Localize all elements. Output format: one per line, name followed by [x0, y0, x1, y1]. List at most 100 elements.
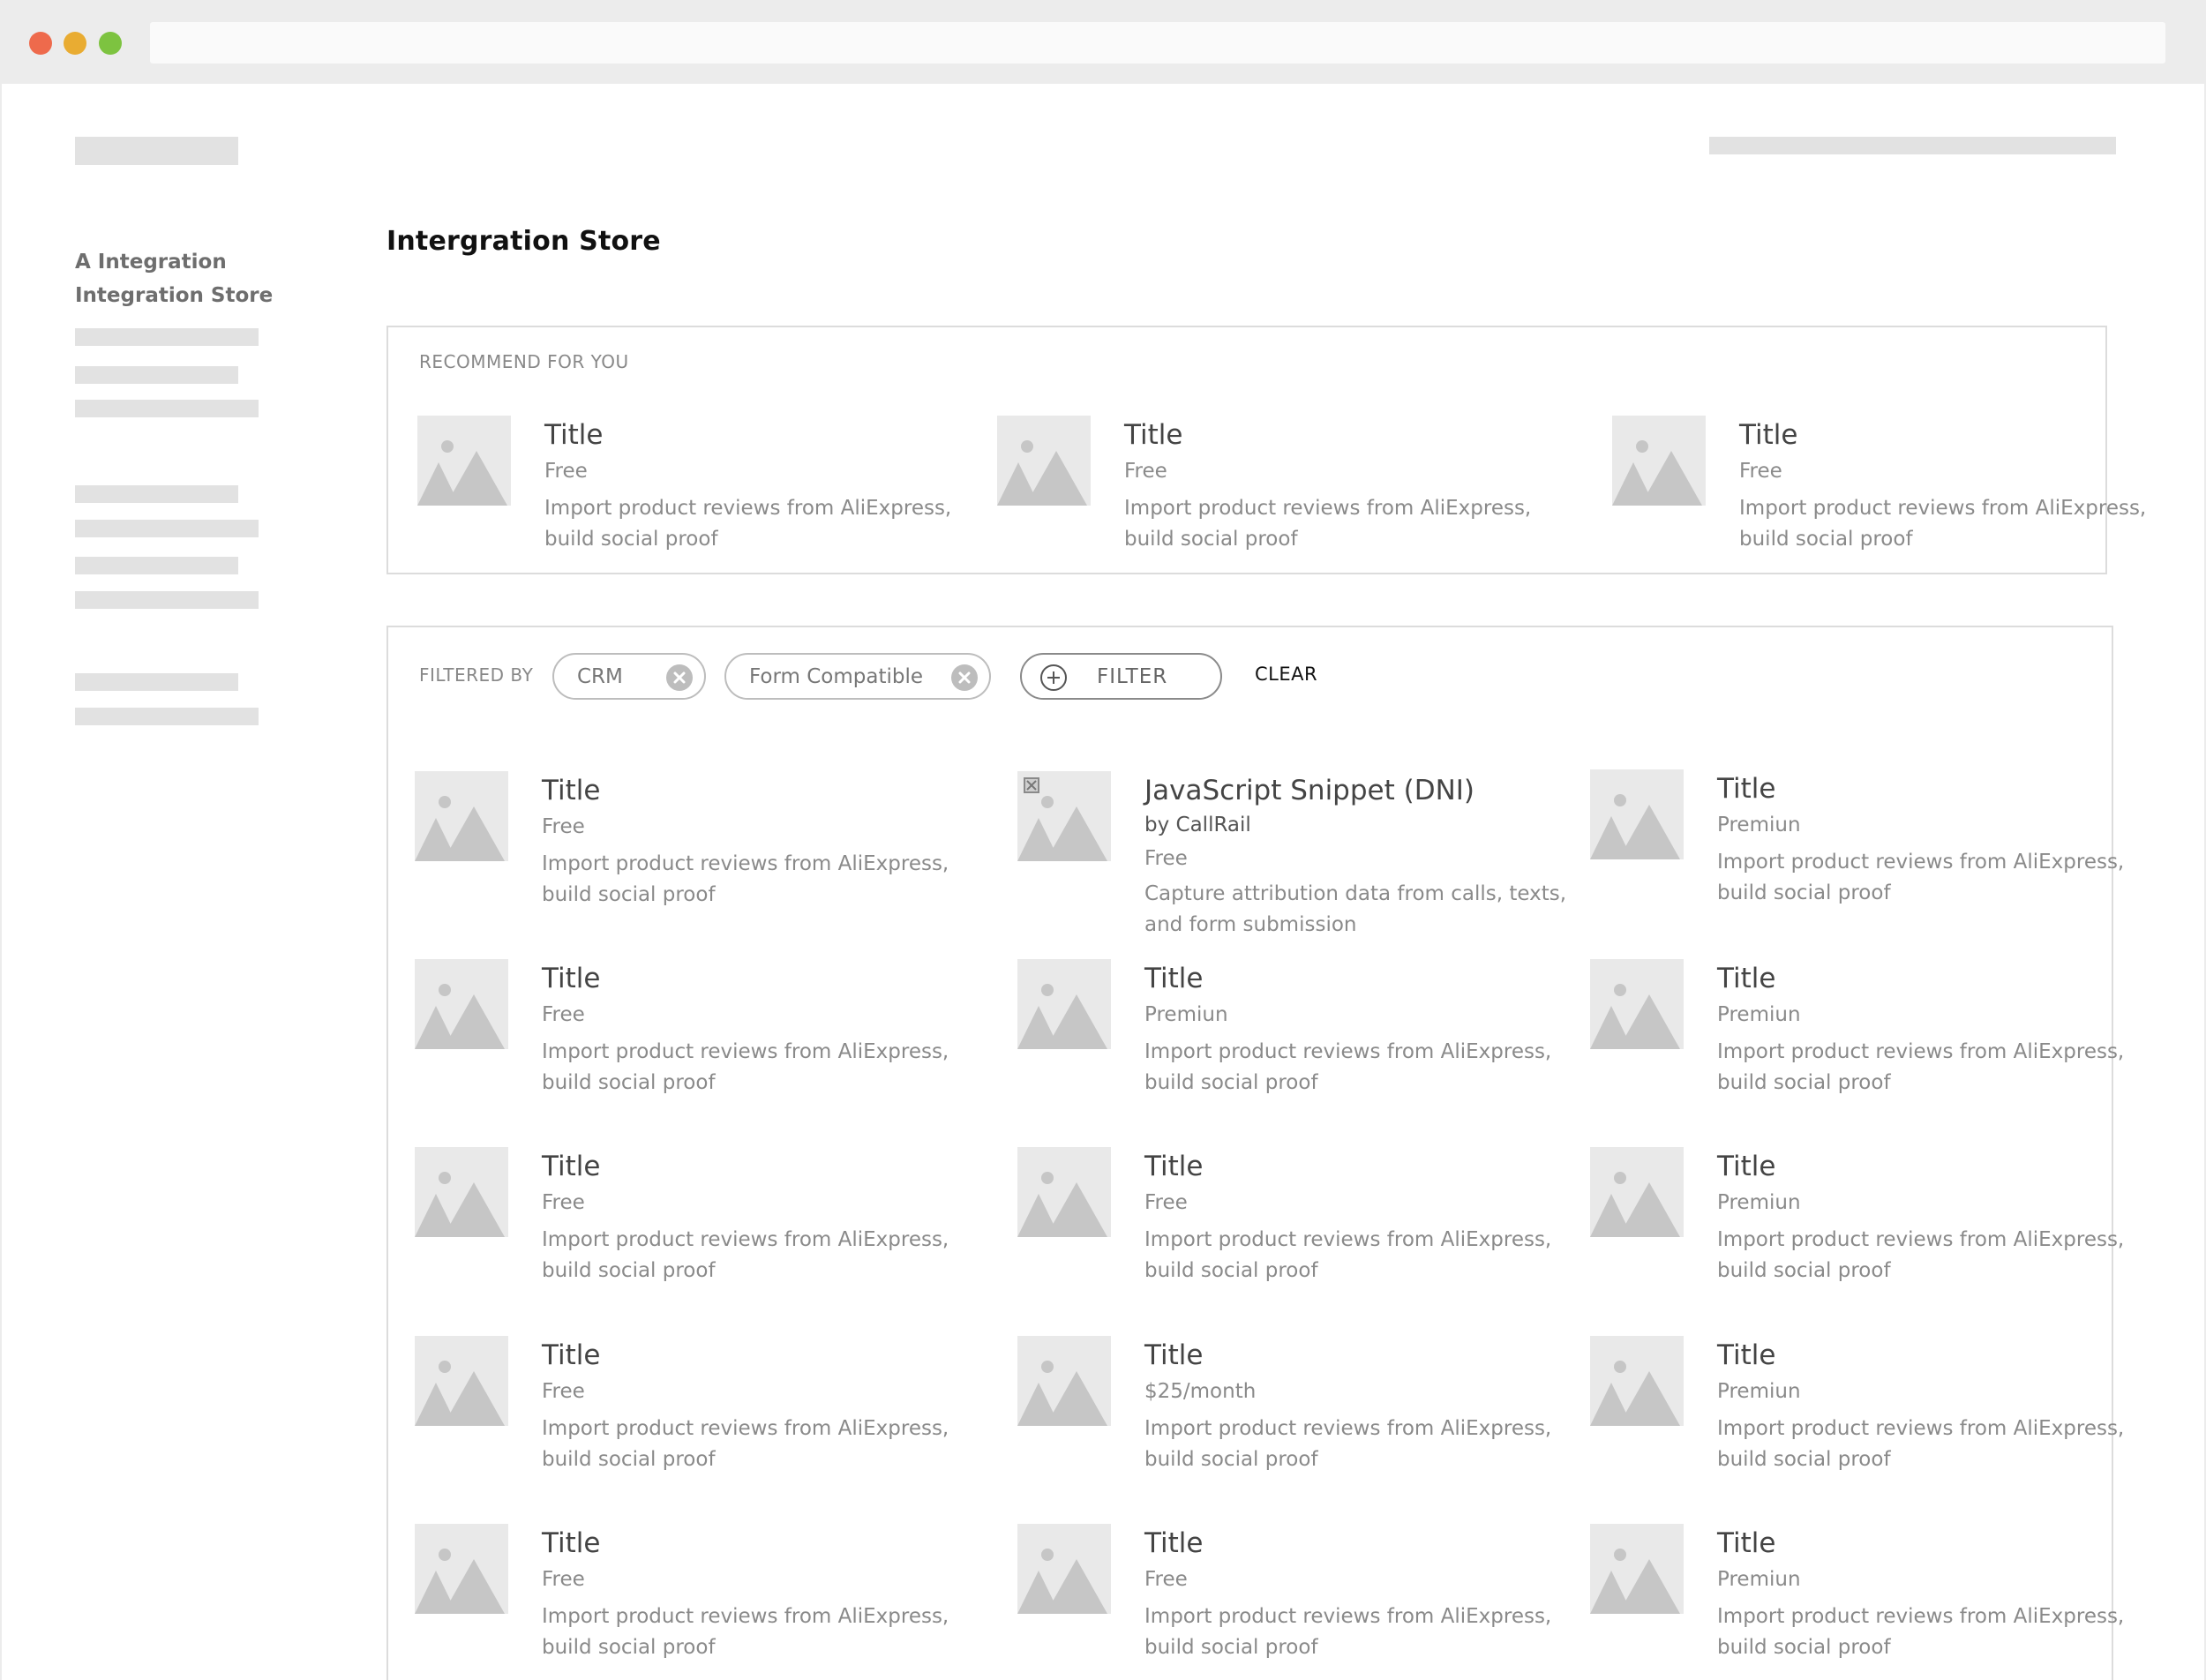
sidebar-item-a-integration[interactable]: A Integration: [75, 251, 227, 274]
sidebar-item-integration-store[interactable]: Integration Store: [75, 284, 273, 307]
close-circle-icon[interactable]: [951, 664, 978, 691]
card-price: Free: [1739, 460, 1782, 483]
image-placeholder-icon: [1590, 1336, 1684, 1426]
card-price: Free: [542, 1191, 585, 1214]
image-placeholder-icon: [1612, 416, 1706, 506]
window-close-button[interactable]: [29, 32, 52, 55]
card-description: Import product reviews from AliExpress, …: [1124, 497, 1532, 551]
window-border-left: [0, 84, 2, 1680]
card-title[interactable]: Title: [1717, 1151, 1775, 1182]
header-nav-placeholder[interactable]: [1709, 137, 2116, 154]
integration-card[interactable]: Title Free Import product reviews from Ali…: [997, 416, 1544, 557]
integration-card[interactable]: Title Premiun Import product reviews from …: [1590, 1336, 2137, 1477]
card-title[interactable]: Title: [1717, 963, 1775, 994]
card-description: Import product reviews from AliExpress, …: [1717, 1040, 2125, 1094]
integration-card[interactable]: JavaScript Snippet (DNI) by CallRail Free C…: [1017, 771, 1566, 936]
browser-titlebar: [0, 0, 2206, 84]
window-minimize-button[interactable]: [64, 32, 86, 55]
card-price: $25/month: [1144, 1380, 1257, 1403]
broken-image-icon: [1024, 777, 1039, 793]
address-bar[interactable]: [150, 22, 2165, 64]
card-title[interactable]: Title: [542, 1151, 600, 1182]
plus-circle-icon: [1040, 664, 1067, 691]
results-section: FILTERED BY Title Free Import product revi…: [386, 626, 2124, 1680]
image-placeholder-icon: [415, 959, 508, 1049]
card-description: Import product reviews from AliExpress, …: [542, 852, 949, 906]
card-title[interactable]: Title: [1124, 419, 1182, 451]
sidebar-placeholder[interactable]: [75, 485, 238, 503]
sidebar-placeholder[interactable]: [75, 366, 238, 384]
card-price: Premiun: [1717, 1191, 1801, 1214]
card-title[interactable]: Title: [1144, 1339, 1203, 1371]
card-description: Import product reviews from AliExpress, …: [1144, 1040, 1552, 1094]
integration-card[interactable]: Title Premiun Import product reviews from …: [1590, 959, 2137, 1100]
filter-chip-label: Form Compatible: [749, 665, 924, 688]
integration-card[interactable]: Title Premiun Import product reviews from …: [1017, 959, 1564, 1100]
integration-card[interactable]: Title $25/month Import product reviews fro…: [1017, 1336, 1564, 1477]
image-placeholder-icon: [415, 1524, 508, 1614]
sidebar-placeholder[interactable]: [75, 520, 259, 537]
image-placeholder-icon: [415, 771, 508, 861]
integration-card[interactable]: Title Free Import product reviews from Ali…: [1612, 416, 2159, 557]
sidebar-placeholder[interactable]: [75, 673, 238, 691]
card-price: Free: [542, 1380, 585, 1403]
filter-button-label: FILTER: [1097, 665, 1168, 688]
integration-card[interactable]: Title Free Import product reviews from Ali…: [1017, 1147, 1564, 1288]
recommend-section: RECOMMEND FOR YOU Title Free Import produc…: [386, 326, 2146, 574]
card-title[interactable]: Title: [544, 419, 603, 451]
card-title[interactable]: Title: [542, 775, 600, 806]
card-description: Import product reviews from AliExpress, …: [1717, 1605, 2125, 1659]
card-price: Premiun: [1717, 814, 1801, 836]
filter-chip-form-compatible[interactable]: Form Compatible: [724, 653, 991, 700]
card-title[interactable]: Title: [542, 1527, 600, 1559]
integration-card[interactable]: Title Free Import product reviews from Ali…: [415, 1524, 962, 1665]
filtered-by-label: FILTERED BY: [419, 664, 534, 686]
integration-card[interactable]: Title Free Import product reviews from Ali…: [1017, 1524, 1564, 1665]
card-title[interactable]: Title: [1144, 1527, 1203, 1559]
sidebar-placeholder[interactable]: [75, 557, 238, 574]
card-description: Import product reviews from AliExpress, …: [1739, 497, 2147, 551]
integration-card[interactable]: Title Free Import product reviews from Ali…: [415, 771, 962, 912]
card-title[interactable]: Title: [1717, 1527, 1775, 1559]
card-author: by CallRail: [1144, 814, 1251, 836]
add-filter-button[interactable]: FILTER: [1020, 653, 1222, 700]
card-description: Import product reviews from AliExpress, …: [544, 497, 952, 551]
filter-chip-crm[interactable]: CRM: [552, 653, 706, 700]
integration-card[interactable]: Title Free Import product reviews from Ali…: [415, 1147, 962, 1288]
clear-filters-link[interactable]: CLEAR: [1255, 664, 1317, 685]
card-price: Premiun: [1717, 1380, 1801, 1403]
card-title[interactable]: Title: [542, 963, 600, 994]
card-price: Premiun: [1717, 1568, 1801, 1591]
card-description: Import product reviews from AliExpress, …: [542, 1040, 949, 1094]
close-circle-icon[interactable]: [666, 664, 693, 691]
integration-card[interactable]: Title Free Import product reviews from Ali…: [415, 959, 962, 1100]
card-title[interactable]: Title: [542, 1339, 600, 1371]
card-price: Free: [542, 1003, 585, 1026]
sidebar-placeholder[interactable]: [75, 708, 259, 725]
card-title[interactable]: JavaScript Snippet (DNI): [1144, 775, 1474, 806]
image-placeholder-icon: [1590, 1147, 1684, 1237]
integration-card[interactable]: Title Premiun Import product reviews from …: [1590, 1147, 2137, 1288]
card-price: Premiun: [1717, 1003, 1801, 1026]
logo-placeholder: [75, 137, 238, 165]
filter-chip-label: CRM: [577, 665, 623, 688]
card-title[interactable]: Title: [1144, 1151, 1203, 1182]
integration-card[interactable]: Title Free Import product reviews from Ali…: [417, 416, 964, 557]
card-title[interactable]: Title: [1717, 1339, 1775, 1371]
integration-card[interactable]: Title Free Import product reviews from Ali…: [415, 1336, 962, 1477]
card-price: Free: [544, 460, 588, 483]
card-description: Import product reviews from AliExpress, …: [1144, 1228, 1552, 1282]
card-title[interactable]: Title: [1144, 963, 1203, 994]
integration-card[interactable]: Title Premiun Import product reviews from …: [1590, 769, 2137, 911]
integration-card[interactable]: Title Premiun Import product reviews from …: [1590, 1524, 2137, 1665]
card-price: Free: [1144, 847, 1188, 870]
card-title[interactable]: Title: [1739, 419, 1797, 451]
image-placeholder-icon: [415, 1336, 508, 1426]
sidebar-placeholder[interactable]: [75, 400, 259, 417]
card-description: Import product reviews from AliExpress, …: [1144, 1605, 1552, 1659]
window-maximize-button[interactable]: [99, 32, 122, 55]
recommend-label: RECOMMEND FOR YOU: [419, 351, 629, 372]
sidebar-placeholder[interactable]: [75, 328, 259, 346]
sidebar-placeholder[interactable]: [75, 591, 259, 609]
card-title[interactable]: Title: [1717, 773, 1775, 805]
